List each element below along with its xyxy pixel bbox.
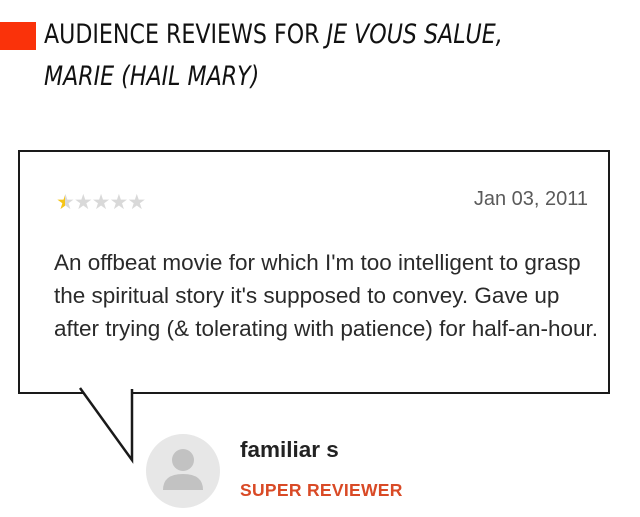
title-line-2: MARIE (HAIL MARY)	[44, 56, 520, 98]
reviewer-name[interactable]: familiar s	[240, 437, 339, 463]
review-date: Jan 03, 2011	[473, 188, 588, 210]
review-card: ★★★★★ Jan 03, 2011 An offbeat movie for …	[18, 150, 610, 394]
speech-bubble-tail	[78, 387, 134, 464]
super-reviewer-badge: SUPER REVIEWER	[240, 480, 403, 500]
section-accent-marker	[0, 22, 36, 50]
reviewer-avatar[interactable]	[146, 434, 220, 508]
star-icon: ★	[127, 191, 146, 214]
star-icon: ★	[91, 191, 111, 214]
star-icon: ★	[109, 191, 128, 214]
star-rating: ★★★★★	[56, 191, 146, 214]
title-movie-name-part2: MARIE (HAIL MARY)	[44, 61, 260, 92]
title-prefix: AUDIENCE REVIEWS FOR	[44, 19, 320, 50]
star-icon: ★	[73, 191, 93, 214]
title-line-1: AUDIENCE REVIEWS FOR JE VOUS SALUE,	[44, 14, 520, 56]
user-avatar-icon	[163, 449, 203, 490]
star-icon: ★	[56, 191, 75, 214]
title-movie-name-part1: JE VOUS SALUE,	[326, 19, 503, 50]
section-title: AUDIENCE REVIEWS FOR JE VOUS SALUE, MARI…	[44, 14, 520, 98]
review-text: An offbeat movie for which I'm too intel…	[54, 250, 599, 341]
